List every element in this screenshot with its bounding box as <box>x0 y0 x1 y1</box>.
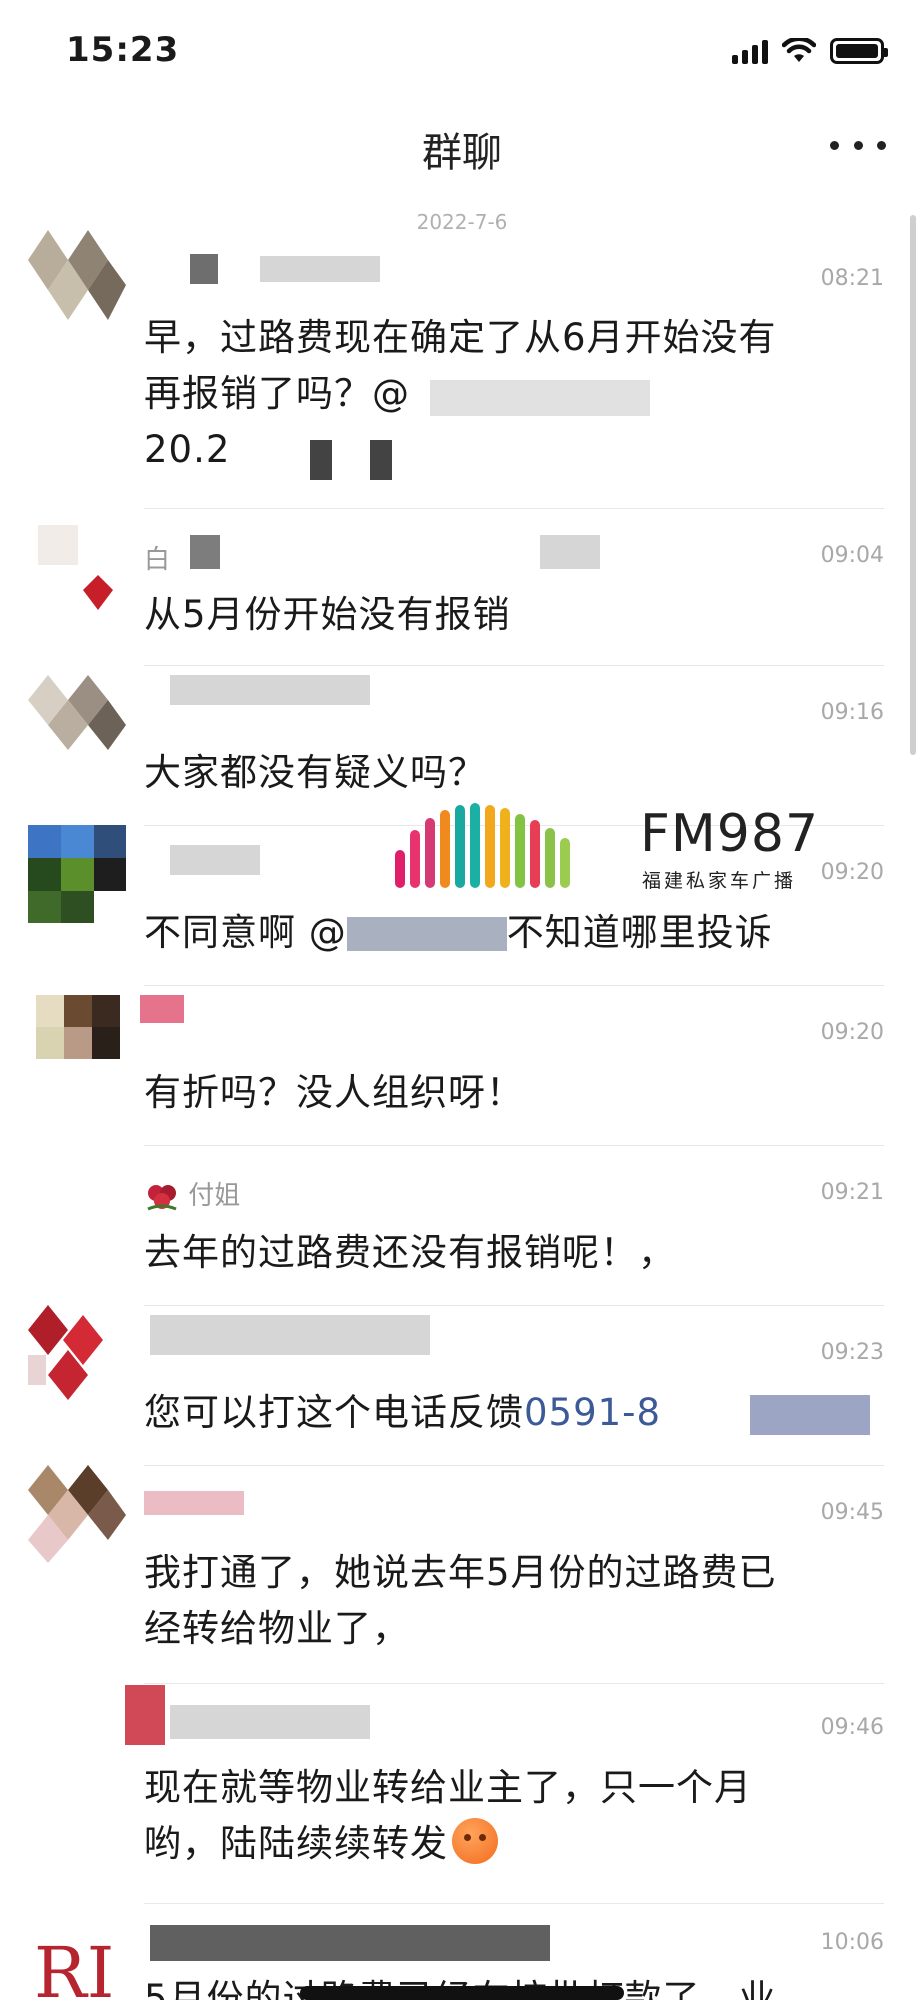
redacted-mark <box>150 1315 430 1355</box>
message-text: 现在就等物业转给业主了，只一个月 哟，陆陆续续转发 <box>144 1760 884 1872</box>
page-title: 群聊 <box>422 130 502 176</box>
message-time: 09:20 <box>820 860 884 885</box>
redacted-mark <box>170 845 260 875</box>
redacted-mark <box>430 380 650 416</box>
message-time: 09:46 <box>820 1715 884 1740</box>
message-line: 哟，陆陆续续转发 <box>144 1816 884 1872</box>
message-line: 经转给物业了， <box>144 1607 410 1650</box>
redacted-mark <box>140 995 184 1023</box>
avatar[interactable]: RI <box>28 1915 126 2000</box>
divider <box>144 508 884 509</box>
redacted-mark <box>170 675 370 705</box>
avatar[interactable] <box>28 1305 126 1403</box>
sender-row: 付姐 <box>144 1175 240 1213</box>
redacted-mark <box>190 535 220 569</box>
redacted-mark <box>170 1705 370 1739</box>
message-item[interactable]: 白 09:04 从5月份开始没有报销 <box>0 515 924 666</box>
redacted-mark <box>540 535 600 569</box>
nav-bar: 群聊 <box>0 110 924 180</box>
message-item[interactable]: 08:21 早，过路费现在确定了从6月开始没有 再报销了吗？@ 20.2 <box>0 230 924 510</box>
more-button[interactable] <box>830 132 886 158</box>
avatar[interactable] <box>28 665 126 763</box>
wifi-icon <box>782 38 816 62</box>
redacted-mark <box>310 440 332 480</box>
cellular-signal-icon <box>732 40 768 64</box>
message-time: 09:16 <box>820 700 884 725</box>
divider <box>144 1903 884 1904</box>
fm987-name: FM987 <box>640 804 820 864</box>
message-item[interactable]: 09:45 我打通了，她说去年5月份的过路费已 经转给物业了， <box>0 1465 924 1685</box>
redacted-mark <box>150 1925 550 1961</box>
message-text-part: 不同意啊 @ <box>144 911 347 954</box>
message-text-part: 不知道哪里投诉 <box>506 911 773 954</box>
more-icon <box>830 140 839 150</box>
avatar[interactable] <box>28 230 126 328</box>
status-icons <box>732 38 888 64</box>
svg-text:RI: RI <box>34 1932 114 2000</box>
message-text: 有折吗？没人组织呀！ <box>144 1071 524 1114</box>
message-line: 我打通了，她说去年5月份的过路费已 <box>144 1551 777 1594</box>
divider <box>144 1683 884 1684</box>
message-time: 10:06 <box>820 1930 884 1955</box>
sender-name: 付姐 <box>188 1181 241 1211</box>
message-time: 09:04 <box>820 543 884 568</box>
home-indicator[interactable] <box>300 1986 624 2000</box>
message-item[interactable]: 09:20 有折吗？没人组织呀！ <box>0 985 924 1146</box>
message-text-part: 您可以打这个电话反馈 <box>144 1391 524 1434</box>
message-text: 不同意啊 @ 不知道哪里投诉 <box>144 905 884 961</box>
avatar[interactable] <box>28 825 126 923</box>
flower-icon <box>144 1181 180 1213</box>
message-text: 大家都没有疑义吗？ <box>144 751 486 794</box>
sender-name: 白 <box>144 545 171 575</box>
message-text: 从5月份开始没有报销 <box>144 593 511 636</box>
avatar[interactable] <box>28 1465 126 1563</box>
message-item[interactable]: 付姐 09:21 去年的过路费还没有报销呢！， <box>0 1145 924 1306</box>
message-line: 早，过路费现在确定了从6月开始没有 <box>144 316 777 359</box>
message-item[interactable]: 09:46 现在就等物业转给业主了，只一个月 哟，陆陆续续转发 <box>0 1685 924 1905</box>
message-time: 09:45 <box>820 1500 884 1525</box>
status-time: 15:23 <box>66 30 180 70</box>
message-time: 09:23 <box>820 1340 884 1365</box>
message-time: 09:20 <box>820 1020 884 1045</box>
redacted-mark <box>190 254 218 284</box>
fm987-watermark: FM987 福建私家车广播 <box>395 800 818 900</box>
phone-link[interactable]: 0591-8 <box>524 1391 661 1434</box>
redacted-mark <box>144 1491 244 1515</box>
redacted-mark <box>750 1395 870 1435</box>
message-line: 现在就等物业转给业主了，只一个月 <box>144 1766 752 1809</box>
avatar[interactable] <box>28 985 126 1083</box>
message-item[interactable]: 09:23 您可以打这个电话反馈0591-8 <box>0 1305 924 1466</box>
fm987-logo-icon <box>395 803 570 888</box>
battery-icon <box>830 38 888 64</box>
avatar[interactable] <box>28 515 126 613</box>
fm987-subtitle: 福建私家车广播 <box>642 870 797 892</box>
redacted-mark <box>370 440 392 480</box>
message-text: 去年的过路费还没有报销呢！， <box>144 1231 676 1274</box>
status-bar: 15:23 <box>0 0 924 110</box>
redacted-mention <box>346 917 507 951</box>
dizzy-face-emoji-icon <box>452 1818 498 1864</box>
message-text: 我打通了，她说去年5月份的过路费已 经转给物业了， <box>144 1545 884 1657</box>
message-line: 20.2 <box>144 428 231 471</box>
redacted-mark <box>125 1685 165 1745</box>
redacted-mark <box>260 256 380 282</box>
message-time: 09:21 <box>820 1180 884 1205</box>
message-time: 08:21 <box>820 266 884 291</box>
